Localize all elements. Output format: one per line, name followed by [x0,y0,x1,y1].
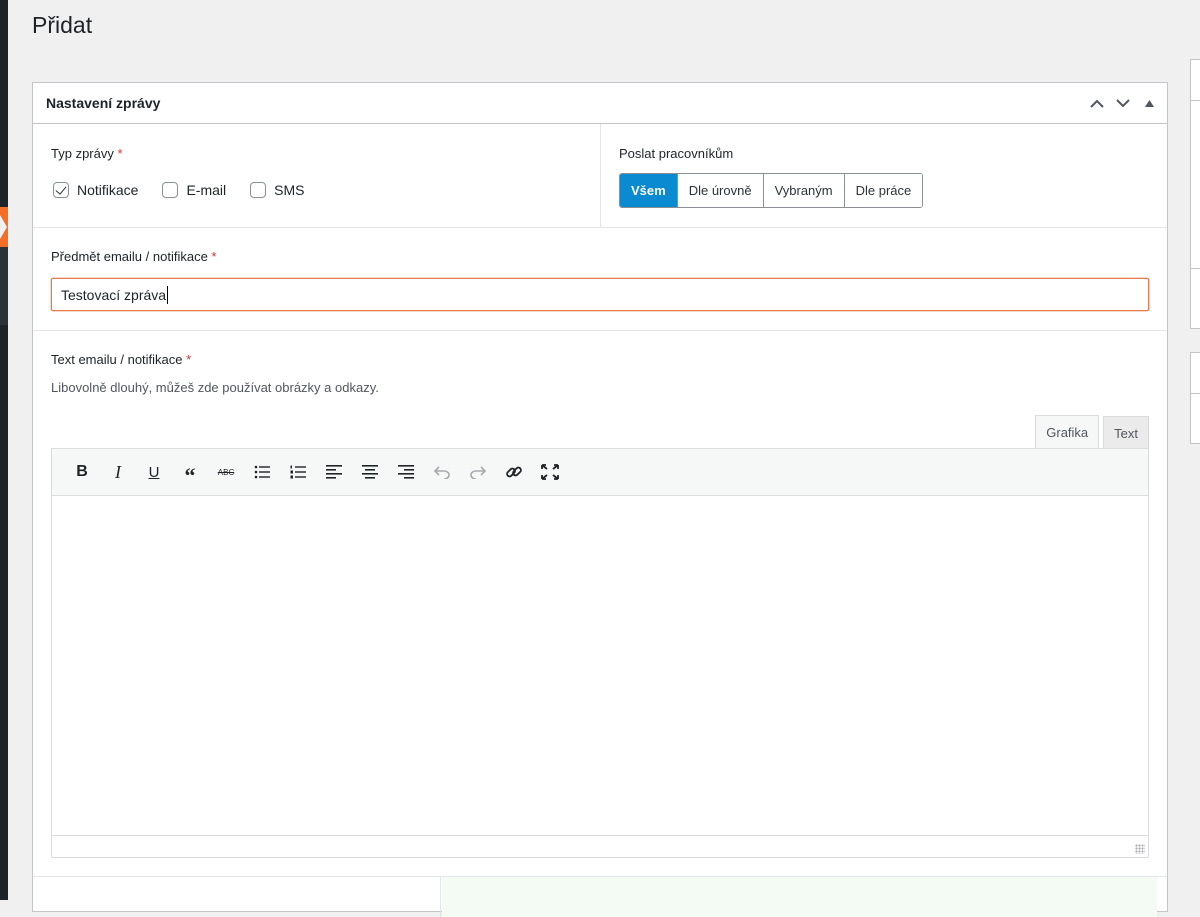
rich-text-editor: B I U “ ABC [51,448,1149,858]
text-caret [167,285,169,304]
checkbox-label: Notifikace [77,182,139,198]
tab-grafika[interactable]: Grafika [1035,415,1100,449]
subject-label: Předmět emailu / notifikace * [51,249,217,264]
subject-row: Předmět emailu / notifikace * Testovací … [33,228,1167,331]
checkbox-label: E-mail [186,182,227,198]
editor-content-area[interactable] [52,496,1148,835]
next-row-partial [33,877,1167,917]
postbox-header: Nastavení zprávy [33,83,1167,124]
blockquote-icon[interactable]: “ [172,457,208,488]
message-type-label: Typ zprávy * [51,146,123,161]
postbox-handle-actions [1087,93,1159,113]
body-description: Libovolně dlouhý, můžeš zde používat obr… [51,380,379,395]
checkbox-label: SMS [274,182,305,198]
send-to-column: Poslat pracovníkům Všem Dle úrovně Vybra… [601,124,1167,227]
editor-toolbar: B I U “ ABC [52,449,1148,496]
align-center-icon[interactable] [352,457,388,487]
italic-icon[interactable]: I [100,457,136,487]
editor-statusbar [52,835,1148,857]
required-mark: * [186,352,192,367]
send-to-label: Poslat pracovníkům [619,146,734,161]
type-and-recipients-row: Typ zprávy * Notifikace E-mail SMS Posla… [33,124,1167,228]
subject-input[interactable]: Testovací zpráva [51,278,1149,311]
next-row-right [442,877,1157,917]
page-title: Přidat [32,12,93,38]
tab-text[interactable]: Text [1103,416,1149,449]
fullscreen-icon[interactable] [532,457,568,487]
numbered-list-icon[interactable] [280,457,316,487]
subject-input-value: Testovací zpráva [61,286,167,303]
bullet-list-icon[interactable] [244,457,280,487]
checkbox-email[interactable]: E-mail [162,182,226,198]
admin-sidebar-current-notch [0,215,7,239]
strikethrough-icon[interactable]: ABC [208,457,244,487]
message-type-options: Notifikace E-mail SMS [53,182,304,198]
undo-icon[interactable] [424,457,460,487]
side-postbox-1 [1190,59,1200,329]
next-row-left [33,877,441,917]
triangle-up-icon[interactable] [1139,93,1159,113]
checkbox-checked[interactable] [53,182,69,198]
admin-sidebar [0,0,8,900]
checkbox-sms[interactable]: SMS [250,182,304,198]
bold-icon[interactable]: B [64,457,100,487]
send-to-segmented-control: Všem Dle úrovně Vybraným Dle práce [619,173,924,208]
chevron-down-icon[interactable] [1113,93,1133,113]
link-icon[interactable] [496,457,532,487]
resize-handle-icon[interactable] [1135,844,1145,854]
checkbox-unchecked[interactable] [250,182,267,198]
checkbox-notifikace[interactable]: Notifikace [53,182,138,198]
segment-dle-prace[interactable]: Dle práce [843,174,923,207]
segment-vybranym[interactable]: Vybraným [762,174,844,207]
side-postbox-2 [1190,352,1200,444]
body-row: Text emailu / notifikace * Libovolně dlo… [33,331,1167,877]
chevron-up-icon[interactable] [1087,93,1107,113]
align-right-icon[interactable] [388,457,424,487]
postbox-title: Nastavení zprávy [46,95,161,111]
editor-tabs: Grafika Text [1035,415,1149,449]
body-label: Text emailu / notifikace * [51,352,192,367]
message-type-column: Typ zprávy * Notifikace E-mail SMS [33,124,601,227]
required-mark: * [211,249,217,264]
segment-dle-urovne[interactable]: Dle úrovně [676,174,763,207]
segment-vsem[interactable]: Všem [620,174,677,207]
message-settings-postbox: Nastavení zprávy Typ zprávy * Notifikace [32,82,1168,917]
underline-icon[interactable]: U [136,457,172,487]
checkbox-unchecked[interactable] [162,182,179,198]
required-mark: * [117,146,123,161]
align-left-icon[interactable] [316,457,352,487]
redo-icon[interactable] [460,457,496,487]
